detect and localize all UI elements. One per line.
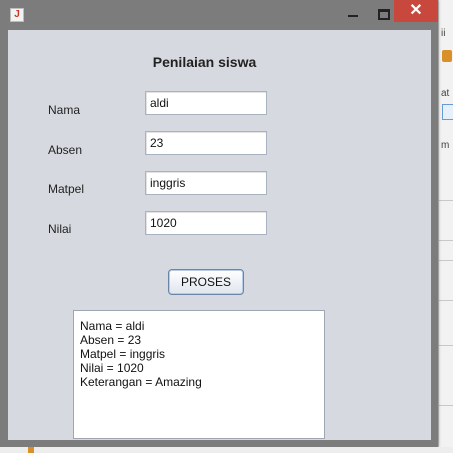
label-nilai: Nilai [48,222,72,236]
divider [439,405,453,406]
result-line: Keterangan = Amazing [80,375,202,389]
result-line: Absen = 23 [80,333,142,347]
result-line: Nama = aldi [80,319,145,333]
background-taskbar-strip [0,447,453,453]
background-icon [28,447,34,453]
label-nama: Nama [48,103,81,117]
result-textarea[interactable]: Nama = aldi Absen = 23 Matpel = inggris … [73,310,325,439]
minimize-button[interactable] [341,4,365,22]
result-line: Nilai = 1020 [80,361,144,375]
proses-button[interactable]: PROSES [168,269,244,295]
background-text-fragment: at [441,88,450,99]
nilai-field[interactable] [145,211,267,235]
title-bar[interactable]: J ✕ [0,0,438,30]
nama-field[interactable] [145,91,267,115]
form-panel: Penilaian siswa Nama Absen Matpel Nilai … [8,30,431,440]
background-icon [442,104,453,120]
divider [439,260,453,261]
absen-field[interactable] [145,131,267,155]
result-line: Matpel = inggris [80,347,166,361]
divider [439,345,453,346]
matpel-field[interactable] [145,171,267,195]
background-text-fragment: ii [441,28,446,39]
background-window: ii at m [438,0,453,453]
divider [439,300,453,301]
label-matpel: Matpel [48,182,85,196]
background-icon [442,50,452,62]
divider [439,240,453,241]
divider [439,200,453,201]
app-window: J ✕ Penilaian siswa Nama Absen Matpel Ni… [0,0,438,447]
page-title: Penilaian siswa [152,54,257,70]
maximize-button[interactable] [371,4,395,22]
label-absen: Absen [48,143,83,157]
java-app-icon[interactable]: J [10,8,24,22]
close-button[interactable]: ✕ [394,0,438,22]
background-text-fragment: m [441,140,450,151]
